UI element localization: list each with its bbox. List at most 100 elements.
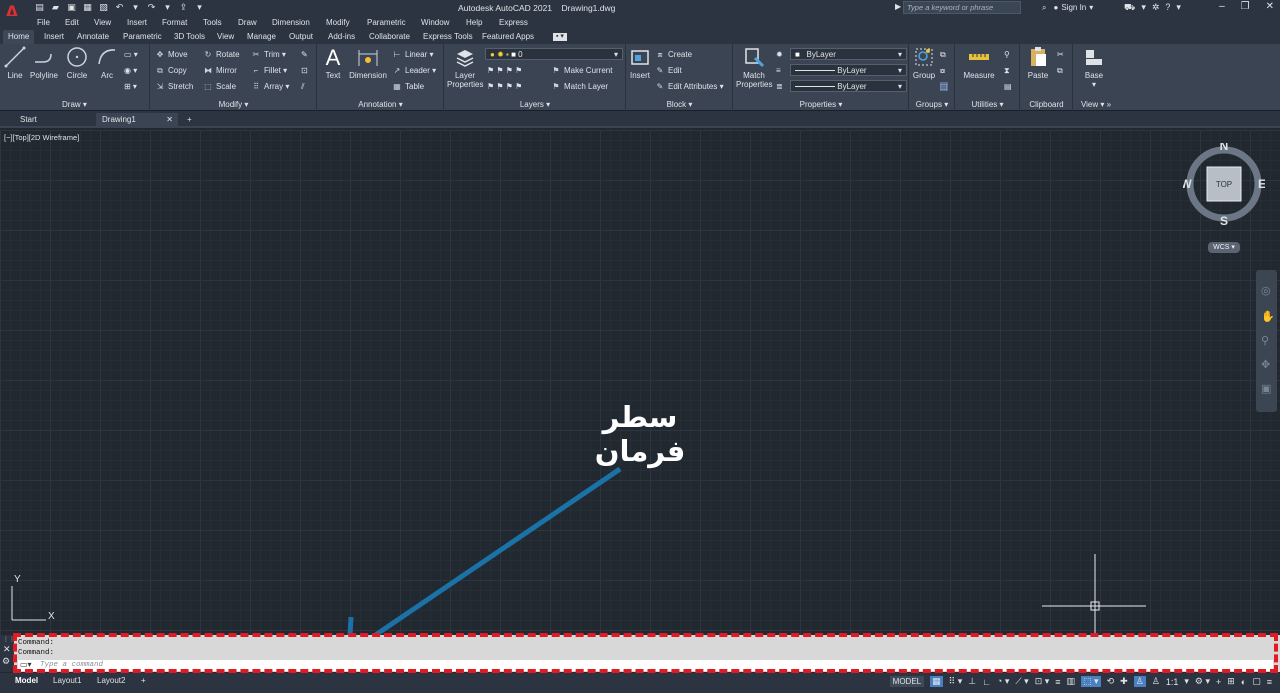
boundary-icon[interactable]: ⊞ ▾ xyxy=(124,82,137,91)
menu-file[interactable]: File xyxy=(37,18,50,27)
tab-home[interactable]: Home xyxy=(3,30,35,44)
maximize-icon[interactable]: ❐ xyxy=(1241,1,1250,12)
color-wheel-icon[interactable]: ✹ xyxy=(776,50,783,59)
annotation-monitor-icon[interactable]: ✚ xyxy=(1120,676,1128,687)
steering-wheel-icon[interactable]: ◎ xyxy=(1261,284,1271,297)
tab-featured-apps[interactable]: Featured Apps xyxy=(482,32,534,41)
tab-insert[interactable]: Insert xyxy=(44,32,64,41)
new-tab-button[interactable]: + xyxy=(181,113,198,127)
layer-dropdown[interactable]: ● ✹ ▪ ■ 0 ▾ xyxy=(485,48,623,60)
menu-edit[interactable]: Edit xyxy=(65,18,79,27)
search-icon[interactable]: ⌕ xyxy=(1042,3,1046,13)
hardware-acceleration-icon[interactable]: ⊞ xyxy=(1227,676,1235,687)
isodraft-icon[interactable]: ⟋ ▾ xyxy=(1015,676,1028,687)
plus-icon[interactable]: + xyxy=(1216,677,1221,687)
edit-attributes-button[interactable]: ✎ Edit Attributes ▾ xyxy=(655,82,724,91)
tab-annotate[interactable]: Annotate xyxy=(77,32,109,41)
clean-screen-icon[interactable]: ▢ xyxy=(1252,676,1261,687)
move-button[interactable]: ✥ Move xyxy=(155,50,188,59)
circle-button[interactable]: Circle xyxy=(64,46,90,80)
tab-view[interactable]: View xyxy=(217,32,234,41)
add-layout-button[interactable]: + xyxy=(136,675,151,686)
exchange-icon[interactable]: ✲ xyxy=(1152,2,1160,14)
menu-window[interactable]: Window xyxy=(421,18,449,27)
group-button[interactable]: Group xyxy=(912,46,936,80)
menu-help[interactable]: Help xyxy=(466,18,482,27)
viewcube[interactable]: TOP N S E W xyxy=(1183,143,1265,225)
annotation-scale-icon[interactable]: ♙ xyxy=(1152,676,1160,687)
menu-view[interactable]: View xyxy=(94,18,111,27)
redo-icon[interactable]: ↷ xyxy=(146,2,157,13)
customize-dropdown-icon[interactable]: ▾ xyxy=(194,2,205,13)
save-as-icon[interactable]: ▦ xyxy=(82,2,93,13)
tab-collaborate[interactable]: Collaborate xyxy=(369,32,410,41)
cut-icon[interactable]: ✂ xyxy=(1057,50,1064,59)
edit-block-button[interactable]: ✎ Edit xyxy=(655,66,682,75)
save-icon[interactable]: ▣ xyxy=(66,2,77,13)
tab-output[interactable]: Output xyxy=(289,32,313,41)
close-icon[interactable]: ✕ xyxy=(1266,1,1274,12)
layout-tab-layout1[interactable]: Layout1 xyxy=(48,675,86,686)
layer-tools-row-2[interactable]: ⚑ ⚑ ⚑ ⚑ xyxy=(487,82,522,91)
panel-annotation-label[interactable]: Annotation ▾ xyxy=(318,100,443,109)
panel-groups-label[interactable]: Groups ▾ xyxy=(910,100,954,109)
match-layer-button[interactable]: ⚑ Match Layer xyxy=(551,82,608,91)
mirror-button[interactable]: ⧓ Mirror xyxy=(203,66,237,75)
ortho-icon[interactable]: ∟ xyxy=(982,677,991,687)
infer-constraints-icon[interactable]: ⊥ xyxy=(968,676,976,687)
group-selection-icon[interactable]: ⬚ xyxy=(940,82,948,91)
line-button[interactable]: Line xyxy=(4,46,26,80)
dimension-button[interactable]: Dimension xyxy=(348,46,388,80)
transparency-icon[interactable]: ▥ xyxy=(1067,676,1076,687)
cart-dropdown-icon[interactable]: ▾ xyxy=(1141,2,1146,14)
lineweight-toggle-icon[interactable]: ≡ xyxy=(1055,677,1060,687)
rectangle-icon[interactable]: ▭ ▾ xyxy=(124,50,138,59)
help-dropdown-icon[interactable]: ▾ xyxy=(1176,2,1181,14)
snap-icon[interactable]: ⠿ ▾ xyxy=(949,676,963,687)
explode-icon[interactable]: ⊡ xyxy=(301,66,308,75)
panel-block-label[interactable]: Block ▾ xyxy=(627,100,732,109)
search-input[interactable]: Type a keyword or phrase xyxy=(903,1,1021,14)
doc-tab-drawing1[interactable]: Drawing1 ✕ xyxy=(96,113,178,127)
menu-draw[interactable]: Draw xyxy=(238,18,257,27)
array-button[interactable]: ⠿ Array ▾ xyxy=(251,82,289,91)
menu-dimension[interactable]: Dimension xyxy=(272,18,310,27)
chevron-down-icon[interactable]: ▾ xyxy=(1184,676,1189,687)
annotation-scale-value[interactable]: 1:1 xyxy=(1166,677,1179,687)
menu-parametric[interactable]: Parametric xyxy=(367,18,406,27)
layer-properties-button[interactable]: Layer Properties xyxy=(447,46,483,89)
wcs-menu[interactable]: WCS ▾ xyxy=(1208,242,1240,253)
copy-clip-icon[interactable]: ⧉ xyxy=(1057,66,1063,76)
help-icon[interactable]: ? xyxy=(1165,2,1170,14)
sign-in-button[interactable]: ⌕ ● Sign In ▾ xyxy=(1042,3,1093,13)
layout-tab-layout2[interactable]: Layout2 xyxy=(92,675,130,686)
plot-icon[interactable]: ▧ xyxy=(98,2,109,13)
showmotion-icon[interactable]: ▣ xyxy=(1261,382,1271,395)
tab-add-ins[interactable]: Add-ins xyxy=(328,32,355,41)
menu-insert[interactable]: Insert xyxy=(127,18,147,27)
customization-menu-icon[interactable]: ≡ xyxy=(1267,677,1272,687)
stretch-button[interactable]: ⇲ Stretch xyxy=(155,82,194,91)
make-current-button[interactable]: ⚑ Make Current xyxy=(551,66,612,75)
measure-button[interactable]: Measure xyxy=(960,46,998,80)
redo-dropdown-icon[interactable]: ▾ xyxy=(162,2,173,13)
erase-icon[interactable]: ✎ xyxy=(301,50,308,59)
panel-modify-label[interactable]: Modify ▾ xyxy=(151,100,316,109)
cart-icon[interactable]: ⛟ xyxy=(1124,2,1135,14)
menu-format[interactable]: Format xyxy=(162,18,187,27)
menu-express[interactable]: Express xyxy=(499,18,528,27)
zoom-icon[interactable]: ⚲ xyxy=(1261,334,1269,347)
calculator-icon[interactable]: ▤ xyxy=(1004,82,1012,91)
polar-icon[interactable]: ◔ ▾ xyxy=(997,676,1009,687)
linear-button[interactable]: ⊢ Linear ▾ xyxy=(392,50,434,59)
table-button[interactable]: ▦ Table xyxy=(392,82,424,91)
scale-button[interactable]: ⬚ Scale xyxy=(203,82,236,91)
polyline-button[interactable]: Polyline xyxy=(28,46,60,80)
panel-draw-label[interactable]: Draw ▾ xyxy=(0,100,149,109)
tab-manage[interactable]: Manage xyxy=(247,32,276,41)
create-block-button[interactable]: ⧈ Create xyxy=(655,50,692,60)
insert-block-button[interactable]: Insert xyxy=(629,46,651,80)
orbit-icon[interactable]: ✥ xyxy=(1261,358,1270,371)
arc-button[interactable]: Arc xyxy=(96,46,118,80)
share-icon[interactable]: ⇪ xyxy=(178,2,189,13)
